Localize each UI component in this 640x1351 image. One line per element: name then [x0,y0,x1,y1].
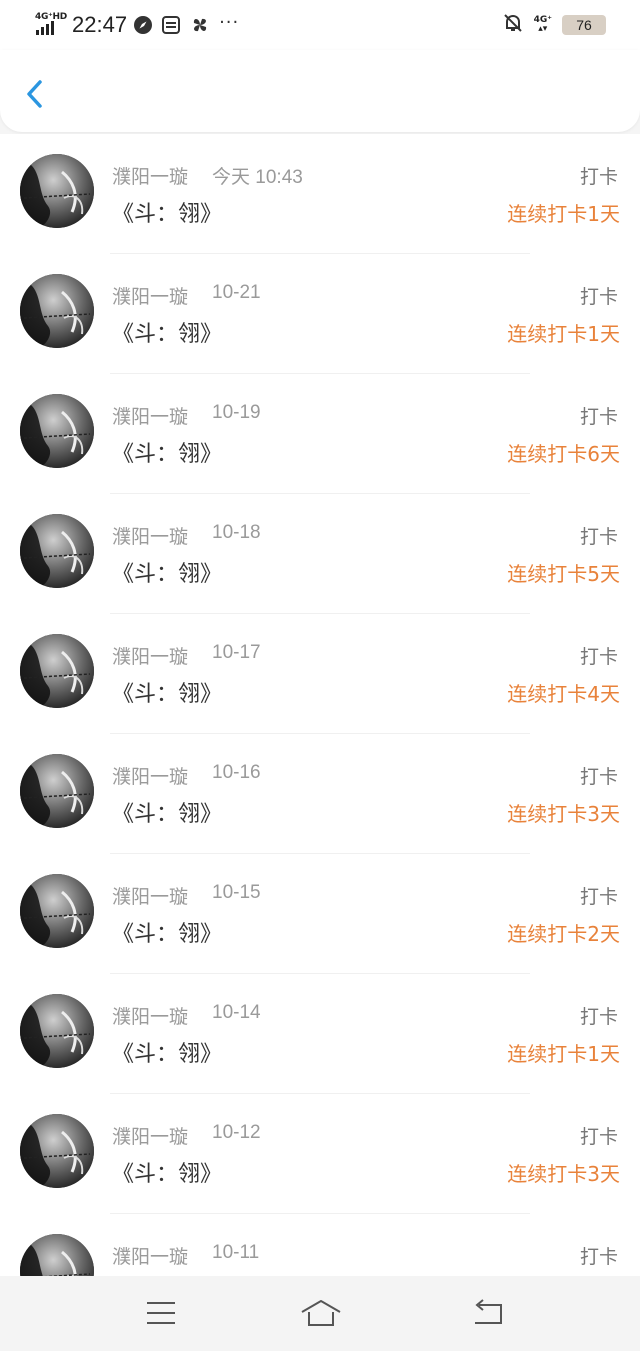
book-title: 《斗：翎》 [112,1042,223,1067]
checkin-item[interactable]: 濮阳一璇 10-16 《斗：翎》 打卡连续打卡3天 [0,734,640,854]
chevron-left-icon [27,80,42,108]
book-title: 《斗：翎》 [112,802,223,827]
user-name: 濮阳一璇 [112,1126,189,1148]
header-bar [0,50,640,132]
checkin-type: 打卡 [579,1006,618,1028]
book-title: 《斗：翎》 [112,682,223,707]
user-name: 濮阳一璇 [112,1006,189,1028]
streak-label: 连续打卡1天 [507,1042,620,1066]
post-time: 10-21 [212,282,261,303]
menu-icon [147,1302,175,1324]
checkin-type: 打卡 [579,286,618,308]
system-nav-bar [0,1276,640,1351]
post-time: 10-15 [212,882,261,903]
checkin-item[interactable]: 濮阳一璇 10-18 《斗：翎》 打卡连续打卡5天 [0,494,640,614]
user-name: 濮阳一璇 [112,766,189,788]
book-title: 《斗：翎》 [112,202,223,227]
user-name: 濮阳一璇 [112,886,189,908]
avatar[interactable] [20,874,94,948]
post-time: 10-17 [212,642,261,663]
checkin-item[interactable]: 濮阳一璇 10-17 《斗：翎》 打卡连续打卡4天 [0,614,640,734]
avatar[interactable] [20,1234,94,1276]
user-name: 濮阳一璇 [112,286,189,308]
checkin-item[interactable]: 濮阳一璇 10-14 《斗：翎》 打卡连续打卡1天 [0,974,640,1094]
book-title: 《斗：翎》 [112,1162,223,1187]
streak-label: 连续打卡3天 [507,802,620,826]
checkin-item[interactable]: 濮阳一璇 10-19 《斗：翎》 打卡连续打卡6天 [0,374,640,494]
checkin-item[interactable]: 濮阳一璇 10-15 《斗：翎》 打卡连续打卡2天 [0,854,640,974]
checkin-type: 打卡 [579,886,618,908]
menu-button[interactable] [143,1296,179,1330]
back-button[interactable] [18,76,54,112]
status-bar: 4G⁺HD 22:47 ··· 4G⁺ ▴▾ 76 [0,0,640,50]
avatar[interactable] [20,274,94,348]
status-right: 4G⁺ ▴▾ 76 [502,12,606,38]
streak-label: 连续打卡5天 [507,562,620,586]
post-time: 10-16 [212,762,261,783]
user-name: 濮阳一璇 [112,1246,189,1268]
checkin-type: 打卡 [579,1246,618,1268]
user-name: 濮阳一璇 [112,166,189,188]
home-button[interactable] [300,1296,342,1330]
checkin-type: 打卡 [579,166,618,188]
back-nav-button[interactable] [470,1296,506,1330]
more-status-icon: ··· [219,11,240,33]
checkin-item[interactable]: 濮阳一璇10-11《斗：翎》打卡 [0,1214,640,1276]
status-time: 22:47 [72,12,128,37]
user-name: 濮阳一璇 [112,526,189,548]
streak-label: 连续打卡6天 [507,442,620,466]
post-time: 今天 10:43 [212,167,303,188]
book-title: 《斗：翎》 [112,442,223,467]
checkin-type: 打卡 [579,526,618,548]
post-time: 10-14 [212,1002,261,1023]
home-icon [301,1300,341,1326]
network-type-right: 4G⁺ ▴▾ [533,15,552,34]
user-name: 濮阳一璇 [112,646,189,668]
checkin-type: 打卡 [579,646,618,668]
avatar[interactable] [20,994,94,1068]
streak-label: 连续打卡1天 [507,202,620,226]
streak-label: 连续打卡2天 [507,922,620,946]
book-title: 《斗：翎》 [112,322,223,347]
streak-label: 连续打卡1天 [507,322,620,346]
avatar[interactable] [20,1114,94,1188]
signal-bars-icon: 4G⁺HD [34,12,67,37]
checkin-item[interactable]: 濮阳一璇 10-21 《斗：翎》 打卡连续打卡1天 [0,254,640,374]
post-time: 10-18 [212,522,261,543]
post-time: 10-19 [212,402,261,423]
post-time: 10-11 [212,1242,260,1263]
avatar[interactable] [20,634,94,708]
mute-bell-icon [502,12,524,38]
pinwheel-icon [189,14,211,36]
streak-label: 连续打卡4天 [507,682,620,706]
streak-label: 连续打卡3天 [507,1162,620,1186]
avatar[interactable] [20,394,94,468]
user-name: 濮阳一璇 [112,406,189,428]
battery-icon: 76 [562,15,606,35]
status-left: 4G⁺HD 22:47 ··· [34,12,239,38]
checkin-type: 打卡 [579,1126,618,1148]
avatar[interactable] [20,754,94,828]
book-title: 《斗：翎》 [112,562,223,587]
avatar[interactable] [20,514,94,588]
post-time: 10-12 [212,1122,261,1143]
avatar[interactable] [20,154,94,228]
checkin-item[interactable]: 濮阳一璇 10-12 《斗：翎》 打卡连续打卡3天 [0,1094,640,1214]
checkin-item[interactable]: 濮阳一璇 今天 10:43 《斗：翎》 打卡连续打卡1天 [0,134,640,254]
book-title: 《斗：翎》 [112,922,223,947]
back-icon [475,1299,502,1324]
checkin-type: 打卡 [579,766,618,788]
checkin-list: 濮阳一璇 今天 10:43 《斗：翎》 打卡 连续打卡1天 濮阳一璇 10-21 《斗：翎》打… [0,134,640,1276]
compass-icon [133,15,153,35]
sim-card-icon [161,15,181,35]
checkin-type: 打卡 [579,406,618,428]
